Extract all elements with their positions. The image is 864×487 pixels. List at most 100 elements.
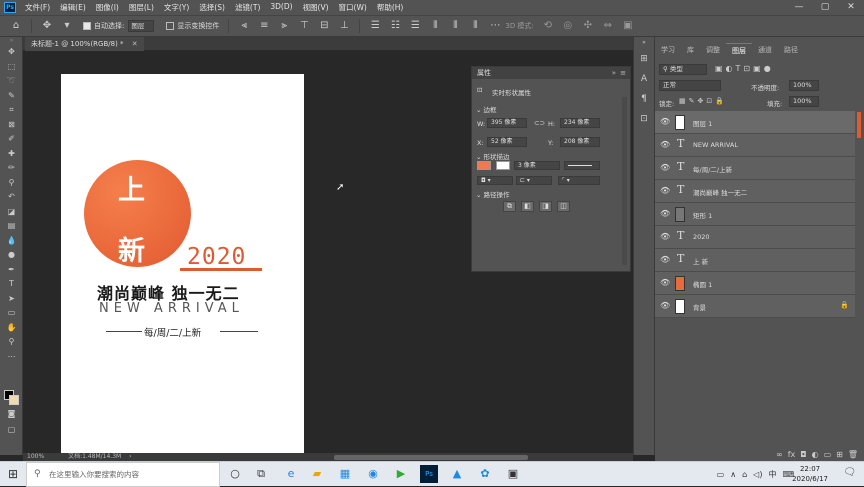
blur-tool-icon[interactable]: 💧 — [0, 234, 23, 249]
eye-icon[interactable]: 👁 — [660, 186, 670, 195]
menu-type[interactable]: 文字(Y) — [159, 2, 194, 13]
intersect-shape-icon[interactable]: ◨ — [539, 201, 552, 212]
background-color-swatch[interactable] — [9, 395, 19, 405]
tab-libraries[interactable]: 库 — [681, 43, 700, 57]
eye-icon[interactable]: 👁 — [660, 163, 670, 172]
bounds-section-label[interactable]: ⌄ 边框 — [476, 104, 497, 114]
more-options-icon[interactable]: ⋯ — [488, 19, 502, 33]
move-tool-icon[interactable]: ✥ — [0, 45, 23, 60]
chevron-down-icon[interactable]: ▾ — [60, 19, 74, 33]
home-icon[interactable]: ⌂ — [9, 19, 23, 33]
network-app-icon[interactable]: ✿ — [476, 465, 494, 483]
stroke-corners-dropdown[interactable]: ⌜ ▾ — [558, 176, 600, 185]
screen-recorder-icon[interactable]: ▣ — [504, 465, 522, 483]
horizontal-scrollbar[interactable] — [334, 455, 528, 460]
collapse-icon[interactable]: » — [634, 37, 654, 49]
task-view-icon[interactable]: ○ — [226, 465, 244, 483]
edge-browser-icon[interactable]: e — [282, 465, 300, 483]
gradient-tool-icon[interactable]: ▤ — [0, 219, 23, 234]
lock-icons[interactable]: ▦✎✥⊡🔒 — [679, 97, 727, 105]
hand-tool-icon[interactable]: ✋ — [0, 321, 23, 336]
layer-row[interactable]: 👁 背景 🔒 — [655, 295, 855, 318]
glyphs-panel-icon[interactable]: ⊡ — [634, 109, 654, 129]
clock[interactable]: 22:07 2020/6/17 — [792, 464, 828, 484]
w-input[interactable]: 395 像素 — [487, 118, 527, 128]
eye-icon[interactable]: 👁 — [660, 117, 670, 126]
x-input[interactable]: 52 像素 — [487, 137, 527, 147]
stroke-width-input[interactable]: 3 像素 — [514, 161, 560, 170]
eye-icon[interactable]: 👁 — [660, 278, 670, 287]
frame-tool-icon[interactable]: ⊠ — [0, 118, 23, 133]
show-transform-checkbox[interactable] — [166, 22, 175, 30]
shape-section-label[interactable]: ⌄ 形状描边 — [476, 151, 510, 161]
panel-menu-icon[interactable]: ≡ — [620, 67, 626, 79]
blend-mode-dropdown[interactable]: 正常 — [659, 80, 721, 91]
fill-input[interactable]: 100% — [789, 96, 819, 107]
layer-mask-icon[interactable]: ◘ — [800, 450, 806, 459]
tab-layers[interactable]: 图层 — [726, 43, 752, 57]
tab-channels[interactable]: 通道 — [752, 43, 778, 57]
3d-rotate-icon[interactable]: ⟲ — [541, 19, 555, 33]
document-tab[interactable]: 未标题-1 @ 100%(RGB/8) * ✕ — [25, 37, 144, 51]
menu-image[interactable]: 图像(I) — [91, 2, 124, 13]
quick-mask-icon[interactable]: ◙ — [0, 407, 23, 422]
move-tool-icon[interactable]: ✥ — [40, 19, 54, 33]
artboard[interactable] — [61, 74, 304, 454]
taskbar-search[interactable]: ⚲ 在这里输入你要搜索的内容 — [26, 462, 220, 487]
chevron-right-icon[interactable]: › — [129, 453, 131, 460]
app-icon[interactable]: ◉ — [364, 465, 382, 483]
link-layers-icon[interactable]: ∞ — [776, 450, 783, 459]
3d-scale-icon[interactable]: ▣ — [621, 19, 635, 33]
combine-shapes-icon[interactable]: ⧉ — [503, 201, 516, 212]
layer-row[interactable]: 👁 T 2020 — [655, 226, 855, 249]
link-icon[interactable]: ⊂⊃ — [534, 119, 545, 127]
network-icon[interactable]: ⌂ — [742, 470, 747, 479]
align-top-icon[interactable]: ⊤ — [297, 19, 311, 33]
photos-icon[interactable]: ▲ — [448, 465, 466, 483]
path-select-tool-icon[interactable]: ➤ — [0, 292, 23, 307]
brush-tool-icon[interactable]: ✏ — [0, 161, 23, 176]
zoom-level[interactable]: 100% — [27, 453, 44, 460]
menu-help[interactable]: 帮助(H) — [372, 2, 409, 13]
ime-indicator[interactable]: 中 — [768, 469, 776, 480]
paragraph-panel-icon[interactable]: ¶ — [634, 89, 654, 109]
adjustment-layer-icon[interactable]: ◐ — [812, 450, 819, 459]
align-right-icon[interactable]: ⫸ — [277, 19, 291, 33]
eye-icon[interactable]: 👁 — [660, 301, 670, 310]
screen-mode-icon[interactable]: ▢ — [0, 423, 23, 438]
eye-icon[interactable]: 👁 — [660, 140, 670, 149]
healing-brush-tool-icon[interactable]: ✚ — [0, 147, 23, 162]
layer-row[interactable]: 👁 图层 1 — [655, 111, 855, 134]
new-group-icon[interactable]: ▭ — [824, 450, 832, 459]
distribute-right-icon[interactable]: ⦀ — [468, 19, 482, 33]
chevron-up-icon[interactable]: ∧ — [730, 470, 736, 479]
menu-layer[interactable]: 图层(L) — [124, 2, 159, 13]
crop-tool-icon[interactable]: ⌗ — [0, 103, 23, 118]
properties-scrollbar[interactable] — [622, 97, 627, 265]
auto-select-dropdown[interactable]: 图层 — [128, 20, 155, 32]
distribute-top-icon[interactable]: ☰ — [368, 19, 382, 33]
distribute-middle-icon[interactable]: ☷ — [388, 19, 402, 33]
menu-view[interactable]: 视图(V) — [298, 2, 334, 13]
store-icon[interactable]: ▦ — [336, 465, 354, 483]
distribute-left-icon[interactable]: ⦀ — [428, 19, 442, 33]
rectangle-tool-icon[interactable]: ▭ — [0, 306, 23, 321]
filter-kind-dropdown[interactable]: ⚲ 类型 — [659, 64, 707, 75]
h-input[interactable]: 234 像素 — [560, 118, 600, 128]
collapse-panel-icon[interactable]: » — [612, 67, 616, 79]
distribute-center-icon[interactable]: ⦀ — [448, 19, 462, 33]
tab-adjustments[interactable]: 调整 — [700, 43, 726, 57]
multitask-icon[interactable]: ⧉ — [252, 465, 270, 483]
fill-color-swatch[interactable] — [477, 161, 491, 170]
dodge-tool-icon[interactable]: ● — [0, 248, 23, 263]
distribute-bottom-icon[interactable]: ☰ — [408, 19, 422, 33]
menu-file[interactable]: 文件(F) — [20, 2, 55, 13]
opacity-input[interactable]: 100% — [789, 80, 819, 91]
y-input[interactable]: 208 像素 — [560, 137, 600, 147]
type-tool-icon[interactable]: T — [0, 277, 23, 292]
collapse-icon[interactable]: » — [0, 37, 23, 45]
menu-3d[interactable]: 3D(D) — [265, 2, 297, 13]
eyedropper-tool-icon[interactable]: ✐ — [0, 132, 23, 147]
stroke-caps-dropdown[interactable]: ⊏ ▾ — [516, 176, 552, 185]
new-layer-icon[interactable]: ⊞ — [836, 450, 843, 459]
